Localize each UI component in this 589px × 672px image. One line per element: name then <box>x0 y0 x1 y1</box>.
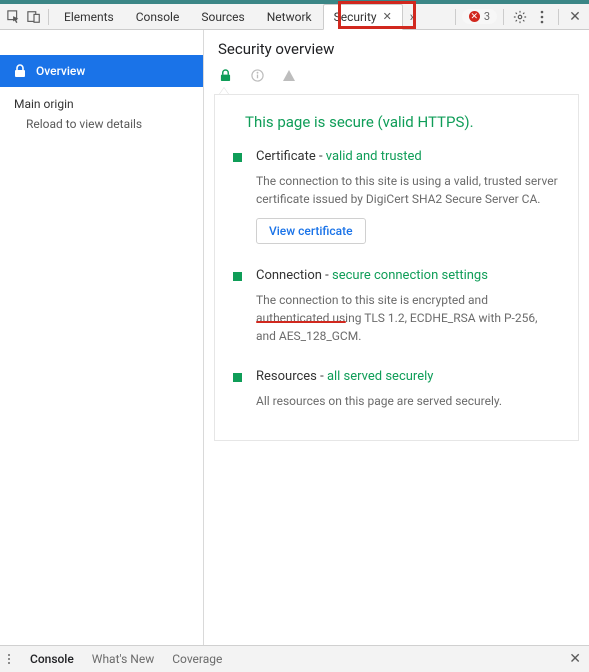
kebab-menu-icon[interactable] <box>532 7 552 27</box>
drawer-close-icon[interactable]: ✕ <box>569 651 581 667</box>
close-icon[interactable]: ✕ <box>383 10 392 23</box>
drawer-bar: Console What's New Coverage ✕ <box>0 645 589 672</box>
drawer-tab-whatsnew[interactable]: What's New <box>92 652 154 666</box>
tab-security-label: Security <box>334 10 377 24</box>
security-icon-row <box>204 64 589 82</box>
page-secure-status: This page is secure (valid HTTPS). <box>245 113 560 131</box>
devtools-close-icon[interactable]: ✕ <box>565 7 585 27</box>
section-resources: Resources - all served securely All reso… <box>233 369 560 410</box>
tab-security[interactable]: Security ✕ <box>323 4 403 30</box>
resources-title: Resources - all served securely <box>256 369 560 384</box>
view-certificate-button[interactable]: View certificate <box>256 218 366 244</box>
security-panel: Security overview This page is secure (v… <box>204 30 589 645</box>
tab-sources[interactable]: Sources <box>190 4 255 30</box>
annotation-underline-tls <box>256 321 346 323</box>
security-card: This page is secure (valid HTTPS). Certi… <box>214 94 579 441</box>
error-count-badge[interactable]: ✕ 3 <box>462 9 497 24</box>
error-icon: ✕ <box>469 11 480 22</box>
status-square-icon <box>233 373 242 382</box>
error-count: 3 <box>484 10 490 23</box>
drawer-tab-console[interactable]: Console <box>30 652 74 666</box>
drawer-tab-coverage[interactable]: Coverage <box>172 652 222 666</box>
section-certificate: Certificate - valid and trusted The conn… <box>233 149 560 244</box>
warning-icon <box>282 68 296 82</box>
tabbar-separator-right3 <box>558 9 559 25</box>
section-connection: Connection - secure connection settings … <box>233 268 560 345</box>
device-toolbar-icon[interactable] <box>24 7 44 27</box>
security-sidebar: Overview Main origin Reload to view deta… <box>0 30 204 645</box>
sidebar-item-overview[interactable]: Overview <box>0 55 203 87</box>
lock-icon <box>218 68 232 82</box>
kebab-menu-icon[interactable] <box>8 654 10 664</box>
lock-icon <box>14 64 26 78</box>
connection-desc: The connection to this site is encrypted… <box>256 291 560 345</box>
sidebar-main-origin-label: Main origin <box>0 87 203 111</box>
certificate-desc: The connection to this site is using a v… <box>256 172 560 208</box>
tabs-overflow-icon[interactable]: » <box>403 7 423 27</box>
inspect-element-icon[interactable] <box>4 7 24 27</box>
devtools-tabbar: Elements Console Sources Network Securit… <box>0 4 589 30</box>
connection-title: Connection - secure connection settings <box>256 268 560 283</box>
tabbar-separator-right <box>455 9 456 25</box>
tabbar-separator <box>48 9 49 25</box>
sidebar-overview-label: Overview <box>36 64 85 78</box>
sidebar-reload-hint[interactable]: Reload to view details <box>0 111 203 131</box>
tab-elements[interactable]: Elements <box>53 4 125 30</box>
tabbar-separator-right2 <box>503 9 504 25</box>
status-square-icon <box>233 153 242 162</box>
panel-title: Security overview <box>204 30 589 64</box>
info-icon <box>250 68 264 82</box>
tab-console[interactable]: Console <box>125 4 191 30</box>
main-area: Overview Main origin Reload to view deta… <box>0 30 589 645</box>
certificate-title: Certificate - valid and trusted <box>256 149 560 164</box>
gear-icon[interactable] <box>510 7 530 27</box>
resources-desc: All resources on this page are served se… <box>256 392 560 410</box>
tab-network[interactable]: Network <box>256 4 323 30</box>
sidebar-spacer <box>0 30 203 55</box>
status-square-icon <box>233 272 242 281</box>
